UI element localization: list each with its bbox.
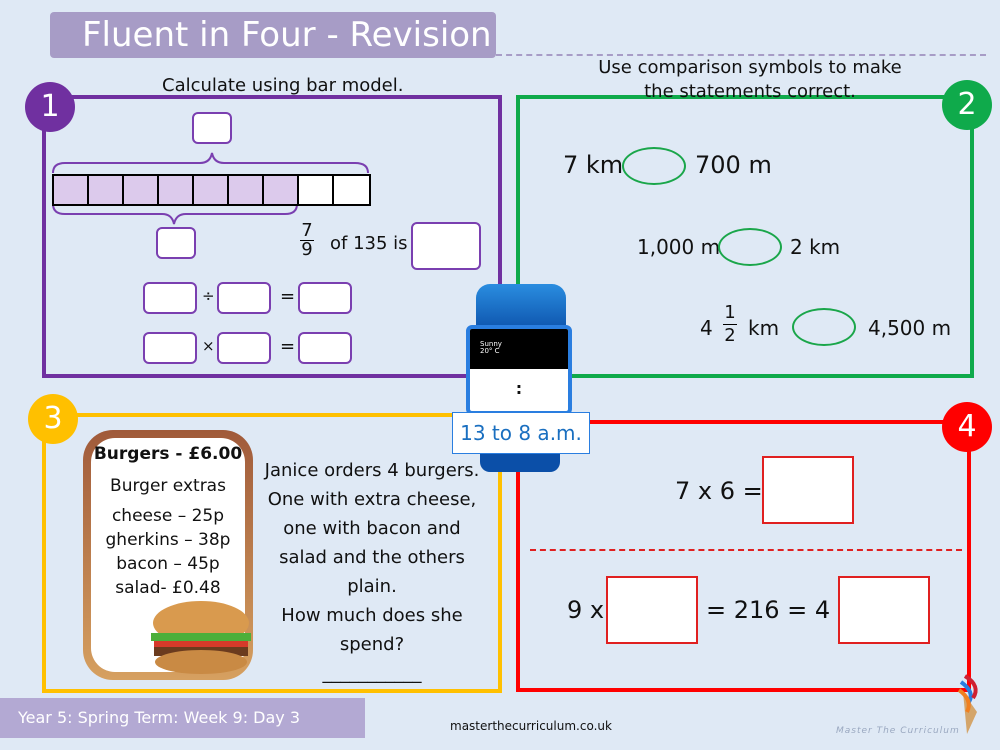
compare-left-3-unit: km [748, 316, 780, 340]
question-line: plain. [347, 576, 397, 597]
page-title: Fluent in Four - Revision [50, 12, 496, 58]
smartwatch: Sunny 20° C : [466, 325, 572, 415]
answer-box[interactable] [411, 222, 481, 270]
q1-instruction: Calculate using bar model. [162, 75, 404, 96]
extra-item: cheese – 25p [111, 506, 225, 526]
compare-left-2: 1,000 m [637, 235, 721, 259]
burger-icon [151, 601, 251, 674]
q4-equation-2a: 9 x [567, 596, 605, 624]
q4-answer-box-2[interactable] [606, 576, 698, 644]
mult-box-1[interactable] [143, 332, 197, 364]
question-line: one with bacon and [283, 518, 461, 539]
div-box-3[interactable] [298, 282, 352, 314]
compare-right-2: 2 km [790, 235, 841, 259]
q2-instruction-line1: Use comparison symbols to make [598, 57, 902, 78]
divide-sign: ÷ [202, 287, 215, 305]
compare-left-3-whole: 4 [700, 316, 713, 340]
times-sign: × [202, 337, 215, 355]
extra-item: gherkins – 38p [105, 530, 231, 550]
mult-box-2[interactable] [217, 332, 271, 364]
compare-right-1: 700 m [695, 151, 772, 179]
div-box-2[interactable] [217, 282, 271, 314]
question-4-badge: 4 [942, 402, 992, 452]
bar-part-shaded [159, 176, 194, 204]
compare-right-3: 4,500 m [868, 316, 952, 340]
mult-box-3[interactable] [298, 332, 352, 364]
fraction: 79 [300, 222, 314, 259]
q2-instruction: Use comparison symbols to make the statem… [560, 56, 940, 104]
question-1-badge: 1 [25, 82, 75, 132]
extra-item: salad- £0.48 [115, 578, 221, 598]
watch-header: Sunny 20° C [470, 329, 568, 369]
compare-left-3-fraction: 12 [723, 302, 737, 347]
equals-sign: = [280, 286, 296, 307]
bar-part-box[interactable] [156, 227, 196, 259]
bar-part-shaded [124, 176, 159, 204]
question-2-badge: 2 [942, 80, 992, 130]
fraction-denominator: 9 [301, 239, 313, 260]
pencil-logo-icon [957, 674, 978, 734]
bar-part-empty [299, 176, 334, 204]
of-text: of 135 is [330, 233, 408, 254]
compare-oval-3[interactable] [792, 308, 856, 346]
question-line: salad and the others [279, 547, 465, 568]
question-line: How much does she [281, 605, 463, 626]
q3-question: Janice orders 4 burgers. One with extra … [262, 456, 482, 688]
watch-temp: 20° C [480, 347, 500, 355]
bar-part-shaded [89, 176, 124, 204]
compare-left-1: 7 km [563, 151, 624, 179]
bar-part-empty [334, 176, 369, 204]
bar-part-shaded [264, 176, 299, 204]
burger-menu-card: Burgers - £6.00 Burger extras cheese – 2… [83, 430, 253, 680]
question-3-badge: 3 [28, 394, 78, 444]
q4-answer-box-1[interactable] [762, 456, 854, 524]
question-4-frame [516, 420, 971, 692]
extras-title: Burger extras [110, 476, 226, 496]
extras-list: cheese – 25p gherkins – 38p bacon – 45p … [91, 504, 245, 600]
q4-answer-box-3[interactable] [838, 576, 930, 644]
q4-divider [530, 549, 962, 551]
div-box-1[interactable] [143, 282, 197, 314]
q4-equation-1: 7 x 6 = [675, 477, 763, 505]
bar-part-shaded [54, 176, 89, 204]
compare-oval-2[interactable] [718, 228, 782, 266]
footer-logo-text: Master The Curriculum [836, 726, 960, 736]
menu-title: Burgers - £6.00 [93, 444, 243, 464]
compare-oval-1[interactable] [622, 147, 686, 185]
extra-item: bacon – 45p [116, 554, 220, 574]
question-line: Janice orders 4 burgers. [264, 460, 480, 481]
bar-model [52, 174, 371, 206]
fraction-numerator: 1 [723, 302, 737, 325]
bar-part-shaded [229, 176, 264, 204]
question-line: spend? [339, 634, 405, 655]
footer-term: Year 5: Spring Term: Week 9: Day 3 [0, 698, 365, 738]
equals-sign: = [280, 336, 296, 357]
q2-instruction-line2: the statements correct. [644, 81, 856, 102]
answer-line[interactable]: ___________ [262, 659, 482, 688]
fraction-denominator: 2 [724, 325, 736, 346]
watch-caption: 13 to 8 a.m. [452, 412, 590, 454]
bar-part-shaded [194, 176, 229, 204]
question-line: One with extra cheese, [267, 489, 477, 510]
footer-website[interactable]: masterthecurriculum.co.uk [450, 719, 612, 733]
watch-time-display: : [515, 379, 523, 398]
q4-equation-2b: = 216 = 4 x [706, 596, 853, 624]
bar-total-box[interactable] [192, 112, 232, 144]
